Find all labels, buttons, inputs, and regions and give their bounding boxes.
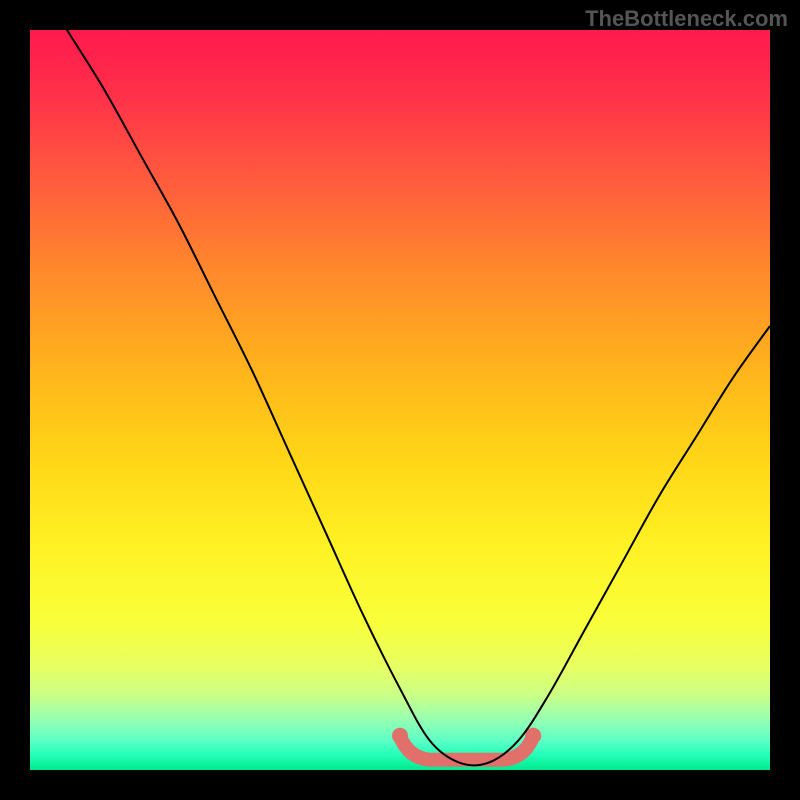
valley-marker xyxy=(400,736,533,760)
valley-marker-endpoint-right xyxy=(525,728,541,744)
curve-layer xyxy=(30,30,770,770)
bottleneck-curve xyxy=(30,30,770,765)
valley-marker-endpoint-left xyxy=(392,728,408,744)
chart-frame: TheBottleneck.com xyxy=(0,0,800,800)
plot-area xyxy=(30,30,770,770)
watermark-label: TheBottleneck.com xyxy=(585,6,788,32)
